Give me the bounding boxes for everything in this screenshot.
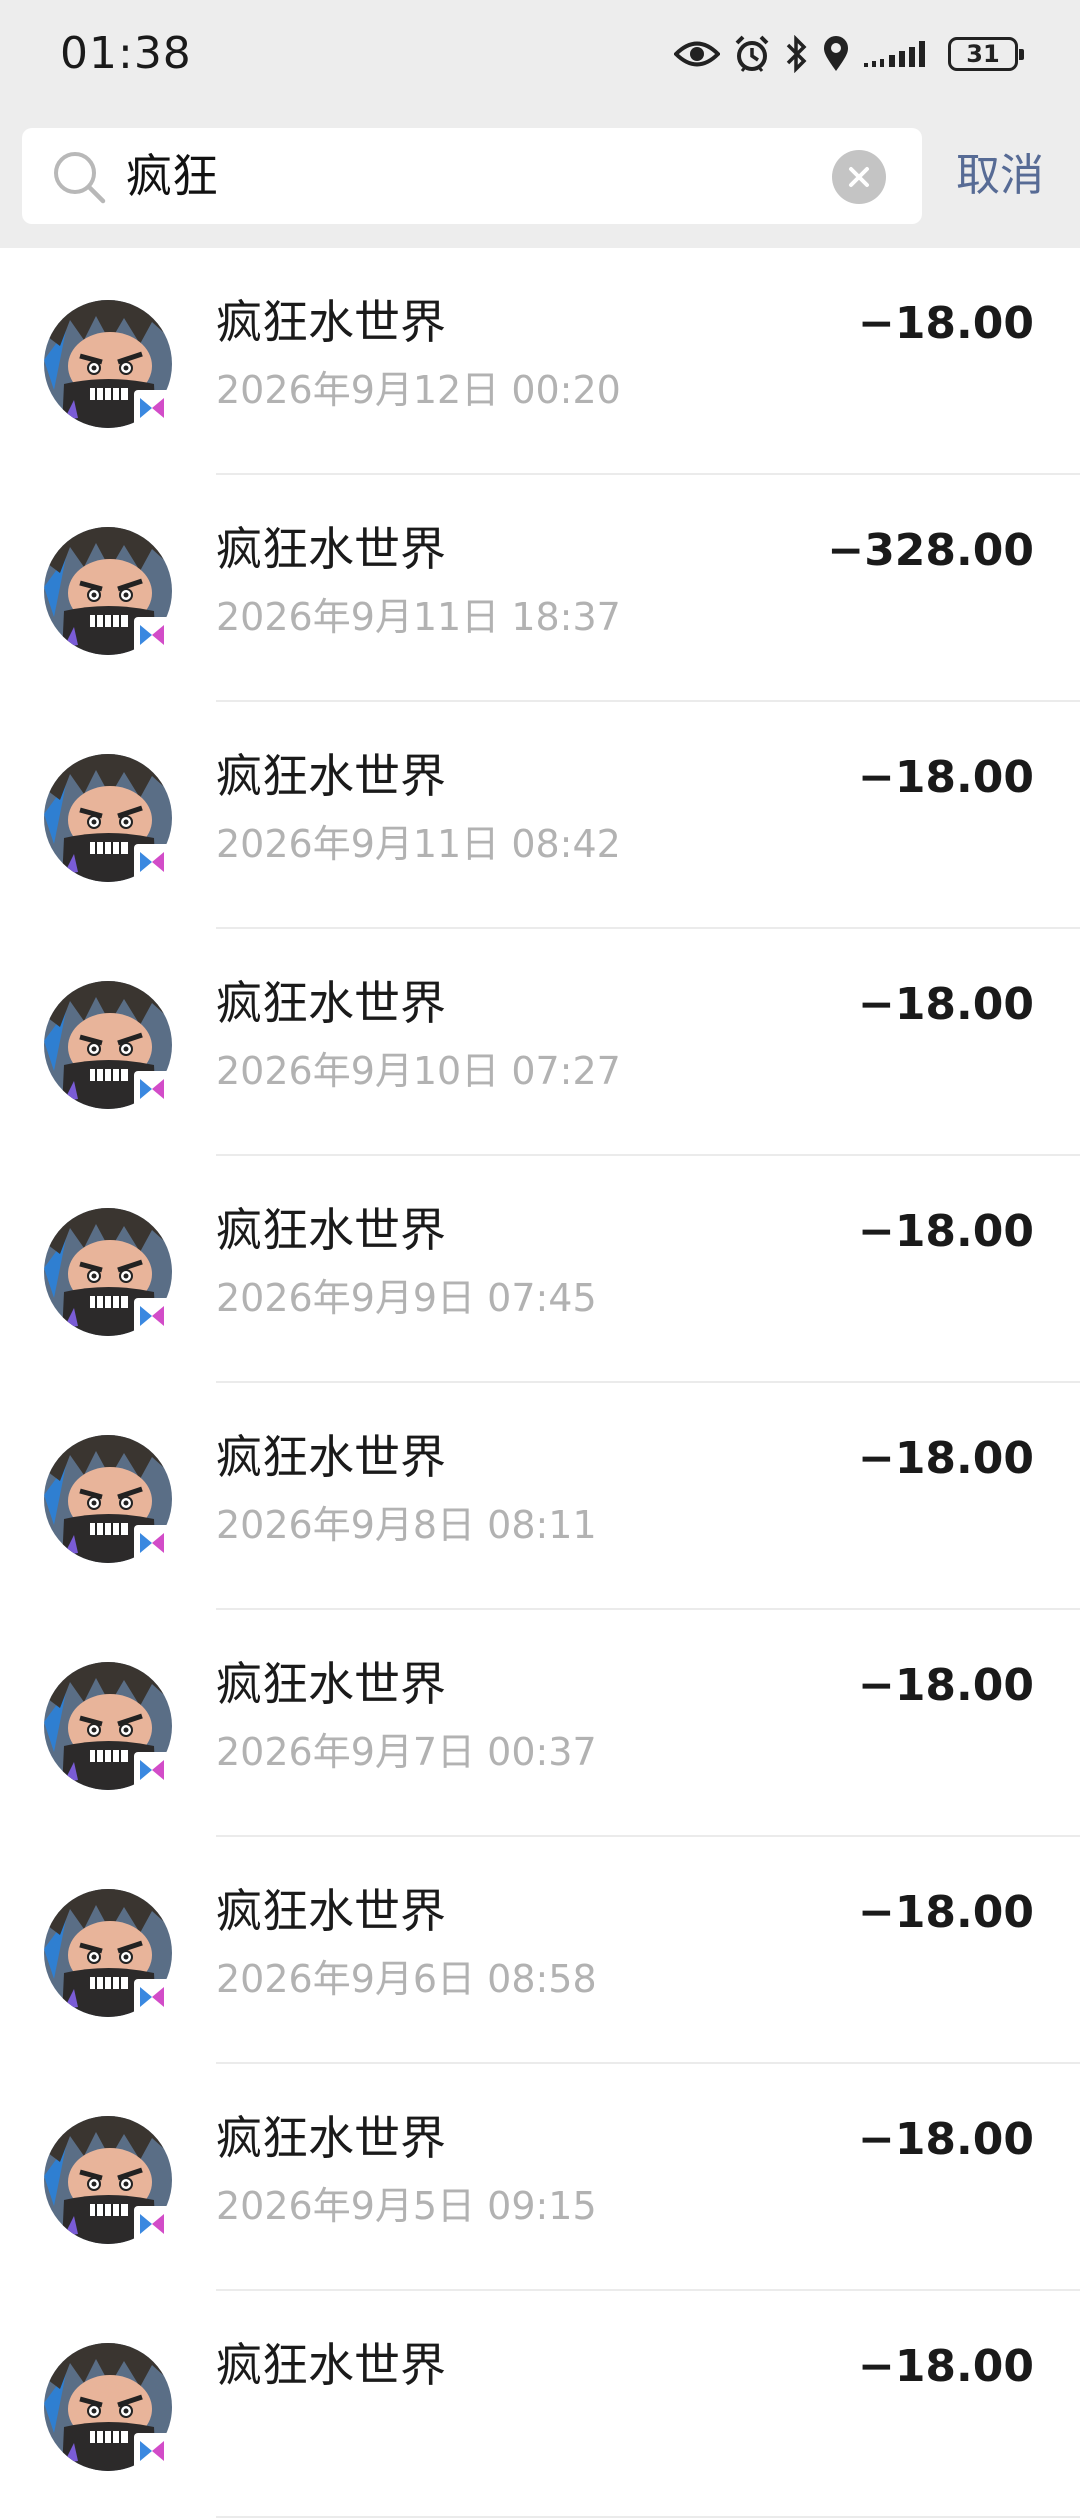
close-icon — [849, 167, 869, 187]
transaction-row[interactable]: 疯狂水世界 2026年9月8日 08:11 −18.00 — [0, 1383, 1080, 1610]
transaction-date: 2026年9月5日 09:15 — [216, 2184, 597, 2228]
merchant-name: 疯狂水世界 — [216, 1203, 446, 1257]
transaction-amount: −18.00 — [857, 979, 1034, 1030]
transaction-date: 2026年9月10日 07:27 — [216, 1049, 621, 1093]
merchant-name: 疯狂水世界 — [216, 295, 446, 349]
avatar — [44, 527, 172, 655]
eye-icon — [674, 41, 720, 67]
transaction-row[interactable]: 疯狂水世界 2026年9月11日 18:37 −328.00 — [0, 475, 1080, 702]
status-bar: 01:38 31 — [0, 0, 1080, 114]
transaction-amount: −18.00 — [857, 752, 1034, 803]
search-input[interactable]: 疯狂 — [126, 148, 218, 204]
merchant-name: 疯狂水世界 — [216, 1884, 446, 1938]
transaction-row[interactable]: 疯狂水世界 2026年9月9日 07:45 −18.00 — [0, 1156, 1080, 1383]
alarm-icon — [735, 35, 769, 72]
transaction-date: 2026年9月12日 00:20 — [216, 368, 621, 412]
search-icon — [52, 150, 106, 204]
avatar — [44, 981, 172, 1109]
transaction-amount: −18.00 — [857, 2114, 1034, 2165]
clear-search-button[interactable] — [832, 150, 886, 204]
signal-icon — [864, 41, 925, 67]
transaction-date: 2026年9月11日 08:42 — [216, 822, 621, 866]
search-box[interactable]: 疯狂 — [22, 128, 922, 224]
avatar — [44, 1662, 172, 1790]
transaction-row[interactable]: 疯狂水世界 2026年9月11日 08:42 −18.00 — [0, 702, 1080, 929]
avatar — [44, 2116, 172, 2244]
transaction-row[interactable]: 疯狂水世界 2026年9月5日 09:15 −18.00 — [0, 2064, 1080, 2291]
transaction-row[interactable]: 疯狂水世界 2026年9月7日 00:37 −18.00 — [0, 1610, 1080, 1837]
search-bar: 疯狂 取消 — [0, 114, 1080, 248]
transaction-amount: −18.00 — [857, 1887, 1034, 1938]
transaction-date: 2026年9月6日 08:58 — [216, 1957, 597, 2001]
transaction-date: 2026年9月9日 07:45 — [216, 1276, 597, 1320]
transaction-amount: −18.00 — [857, 1206, 1034, 1257]
merchant-name: 疯狂水世界 — [216, 2111, 446, 2165]
avatar — [44, 1208, 172, 1336]
transaction-amount: −18.00 — [857, 1660, 1034, 1711]
transaction-row[interactable]: 疯狂水世界 2026年9月12日 00:20 −18.00 — [0, 248, 1080, 475]
location-icon — [824, 36, 848, 71]
battery-icon: 31 — [948, 37, 1024, 71]
cancel-button[interactable]: 取消 — [956, 128, 1044, 224]
transaction-amount: −18.00 — [857, 298, 1034, 349]
transaction-amount: −328.00 — [827, 525, 1034, 576]
transaction-row[interactable]: 疯狂水世界 2026年9月10日 07:27 −18.00 — [0, 929, 1080, 1156]
merchant-name: 疯狂水世界 — [216, 1430, 446, 1484]
avatar — [44, 1889, 172, 2017]
transaction-date: 2026年9月8日 08:11 — [216, 1503, 597, 1547]
transaction-amount: −18.00 — [857, 1433, 1034, 1484]
avatar — [44, 300, 172, 428]
transaction-row[interactable]: 疯狂水世界 −18.00 — [0, 2291, 1080, 2518]
merchant-name: 疯狂水世界 — [216, 2338, 446, 2392]
avatar — [44, 754, 172, 882]
battery-level: 31 — [966, 40, 1000, 68]
merchant-name: 疯狂水世界 — [216, 976, 446, 1030]
avatar — [44, 2343, 172, 2471]
transaction-date: 2026年9月11日 18:37 — [216, 595, 621, 639]
merchant-name: 疯狂水世界 — [216, 1657, 446, 1711]
status-icons: 31 — [674, 30, 1024, 78]
status-time: 01:38 — [60, 28, 192, 79]
merchant-name: 疯狂水世界 — [216, 749, 446, 803]
bluetooth-icon — [786, 35, 807, 73]
transaction-row[interactable]: 疯狂水世界 2026年9月6日 08:58 −18.00 — [0, 1837, 1080, 2064]
transaction-list: 疯狂水世界 2026年9月12日 00:20 −18.00 疯狂水世界 2026… — [0, 248, 1080, 2518]
avatar — [44, 1435, 172, 1563]
transaction-date: 2026年9月7日 00:37 — [216, 1730, 597, 1774]
merchant-name: 疯狂水世界 — [216, 522, 446, 576]
